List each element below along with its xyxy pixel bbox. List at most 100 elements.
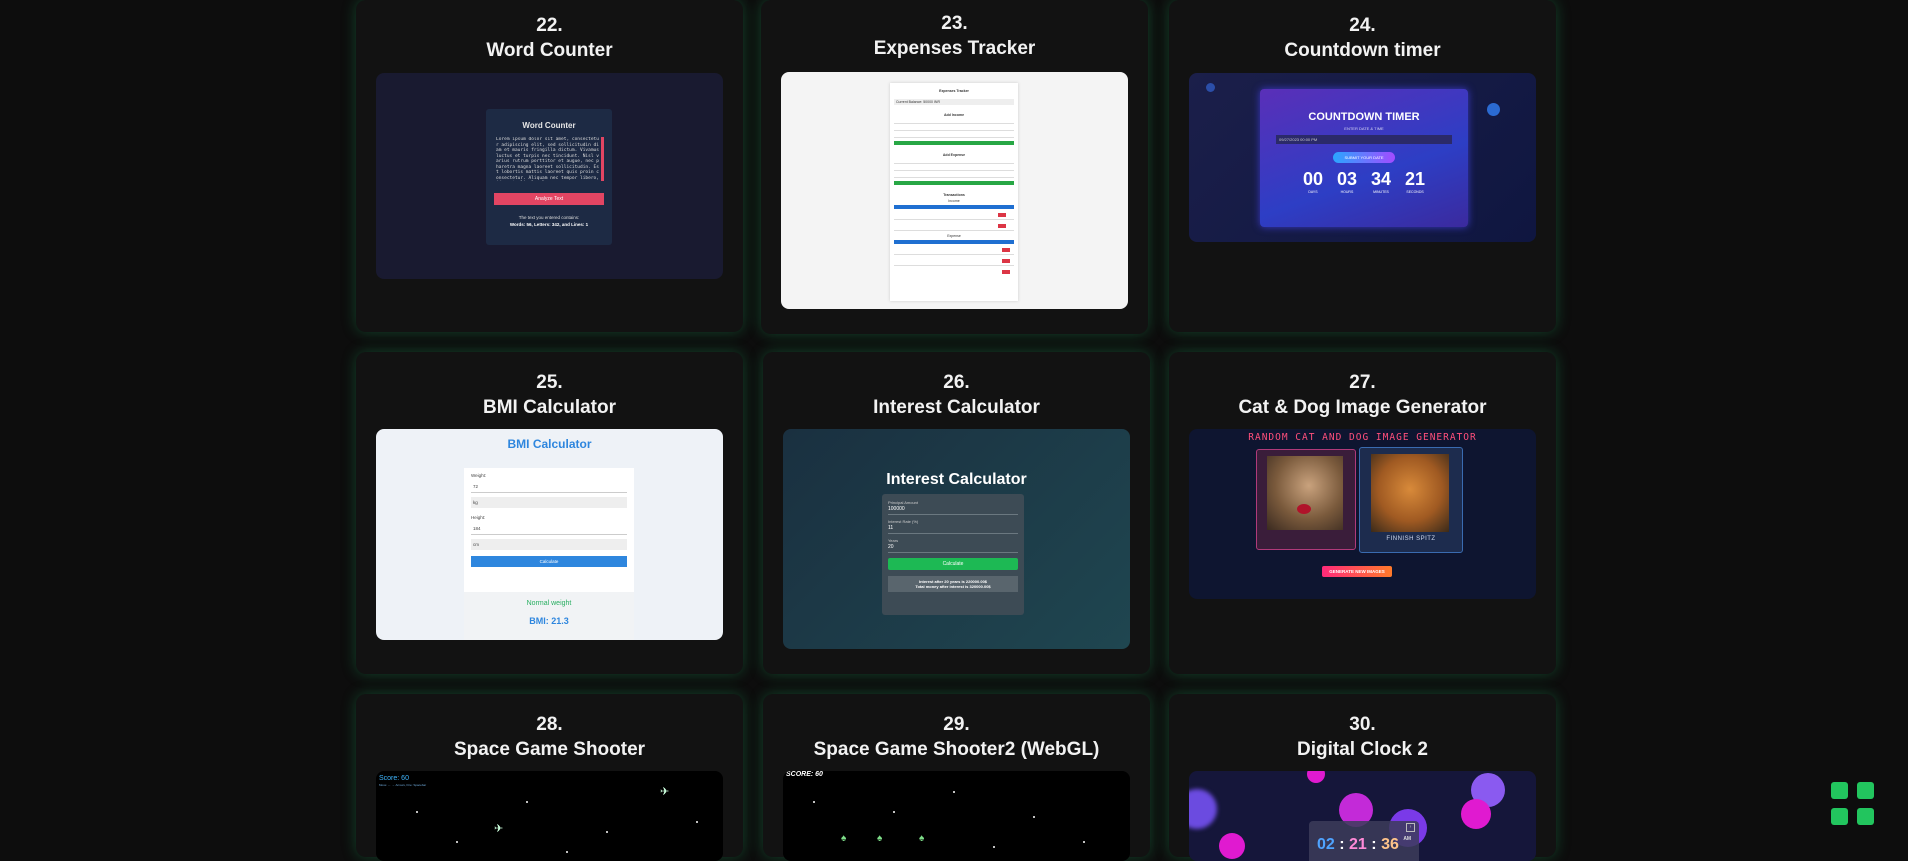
- preview-breed-label: FINNISH SPITZ: [1386, 536, 1436, 542]
- project-card-27[interactable]: 27. Cat & Dog Image Generator RANDOM CAT…: [1169, 352, 1556, 674]
- countdown-hours: 03: [1336, 169, 1357, 189]
- preview-weight-unit: kg: [471, 497, 627, 508]
- project-number: 29.: [943, 714, 970, 735]
- preview-height-input: 184: [471, 523, 627, 535]
- countdown-hours-label: HOURS: [1340, 190, 1354, 194]
- preview-textarea: Lorem ipsum dolor sit amet, consectetur …: [496, 137, 604, 181]
- clock-separator: :: [1371, 836, 1377, 853]
- countdown-days: 00: [1302, 169, 1323, 189]
- cat-photo: [1267, 456, 1343, 530]
- countdown-days-label: DAYS: [1308, 190, 1318, 194]
- preview-hint: Move: ← → Arrows, Fire: Spacebar: [379, 783, 427, 787]
- preview-heading: Expenses Tracker: [939, 89, 969, 93]
- preview-date-input: 09/27/2023 00:00 PM: [1276, 135, 1452, 144]
- project-preview-digital-clock[interactable]: › 02 : 21 : 36 AM: [1189, 771, 1536, 861]
- project-card-25[interactable]: 25. BMI Calculator BMI Calculator Weight…: [356, 352, 743, 674]
- project-title[interactable]: Cat & Dog Image Generator: [1169, 397, 1556, 419]
- preview-result-line: Words: 56, Letters: 342, and Lines: 1: [509, 222, 589, 227]
- preview-rate-label: Interest Rate (%): [888, 519, 919, 524]
- project-number: 30.: [1349, 714, 1376, 735]
- preview-calculate-button: Calculate: [888, 558, 1018, 570]
- countdown-seconds: 21: [1405, 169, 1426, 189]
- preview-heading: Interest Calculator: [886, 471, 1027, 488]
- project-preview-word-counter[interactable]: Word Counter Lorem ipsum dolor sit amet,…: [376, 73, 723, 279]
- project-number: 27.: [1349, 372, 1376, 393]
- project-number: 28.: [536, 714, 563, 735]
- project-number: 26.: [943, 372, 970, 393]
- clock-separator: :: [1339, 836, 1345, 853]
- countdown-seconds-label: SECONDS: [1406, 190, 1424, 194]
- preview-score: SCORE: 60: [786, 771, 823, 778]
- countdown-minutes: 34: [1371, 169, 1392, 189]
- preview-calculate-button: Calculate: [471, 556, 627, 567]
- preview-subheading: ENTER DATE & TIME: [1344, 126, 1384, 131]
- project-title[interactable]: Word Counter: [356, 40, 743, 62]
- project-title[interactable]: Space Game Shooter2 (WebGL): [763, 739, 1150, 761]
- preview-years-label: Years: [888, 538, 899, 543]
- preview-heading: COUNTDOWN TIMER: [1308, 111, 1420, 123]
- clock-hours: 02: [1317, 836, 1335, 853]
- project-number: 22.: [536, 15, 563, 36]
- project-card-28[interactable]: 28. Space Game Shooter Score: 60 Move: ←…: [356, 694, 743, 861]
- project-title[interactable]: Interest Calculator: [763, 397, 1150, 419]
- clock-ampm: AM: [1403, 836, 1412, 842]
- preview-rate-input: 11: [888, 525, 1018, 534]
- enemy-ship-icon: ✈: [660, 786, 670, 798]
- project-title[interactable]: BMI Calculator: [356, 397, 743, 419]
- project-preview-space-shooter[interactable]: Score: 60 Move: ← → Arrows, Fire: Spaceb…: [376, 771, 723, 861]
- project-card-30[interactable]: 30. Digital Clock 2 › 02 : 21 : 36 AM: [1169, 694, 1556, 861]
- project-card-24[interactable]: 24. Countdown timer COUNTDOWN TIMER ENTE…: [1169, 0, 1556, 332]
- preview-balance: Current Balance: 50000 INR: [894, 99, 1014, 105]
- project-title[interactable]: Expenses Tracker: [761, 38, 1148, 60]
- project-card-26[interactable]: 26. Interest Calculator Interest Calcula…: [763, 352, 1150, 674]
- preview-result-line: The text you entered contains:: [518, 215, 580, 220]
- project-card-29[interactable]: 29. Space Game Shooter2 (WebGL) SCORE: 6…: [763, 694, 1150, 861]
- preview-heading: BMI Calculator: [507, 437, 592, 451]
- preview-principal-input: 100000: [888, 506, 1018, 515]
- preview-generate-button: GENERATE NEW IMAGES: [1322, 566, 1392, 577]
- grid-icon[interactable]: [1831, 782, 1876, 827]
- dog-photo: [1371, 454, 1449, 532]
- preview-analyze-button: Analyze Text: [494, 193, 604, 205]
- preview-height-unit: cm: [471, 539, 627, 550]
- preview-bmi-value: BMI: 21.3: [529, 616, 569, 626]
- project-number: 24.: [1349, 15, 1376, 36]
- clock-minutes: 21: [1349, 836, 1367, 853]
- countdown-minutes-label: MINUTES: [1373, 190, 1389, 194]
- preview-years-input: 20: [888, 544, 1018, 553]
- preview-weight-input: 72: [471, 481, 627, 493]
- preview-weight-label: Weight:: [471, 473, 487, 478]
- project-title[interactable]: Space Game Shooter: [356, 739, 743, 761]
- enemy-ship-icon: ✈: [494, 823, 504, 835]
- expand-icon: ›: [1406, 823, 1415, 832]
- preview-subsection: Income: [948, 199, 960, 203]
- project-card-22[interactable]: 22. Word Counter Word Counter Lorem ipsu…: [356, 0, 743, 332]
- project-title[interactable]: Countdown timer: [1169, 40, 1556, 62]
- project-preview-bmi-calculator[interactable]: BMI Calculator Weight: 72 kg Height: 184…: [376, 429, 723, 640]
- preview-score: Score: 60: [379, 775, 409, 782]
- preview-heading: Word Counter: [522, 121, 576, 130]
- preview-submit-button: SUBMIT YOUR DATE: [1333, 152, 1395, 163]
- preview-heading: RANDOM CAT AND DOG IMAGE GENERATOR: [1248, 432, 1477, 443]
- preview-bmi-status: Normal weight: [526, 600, 572, 607]
- preview-section: Add Income: [943, 113, 965, 117]
- project-preview-countdown-timer[interactable]: COUNTDOWN TIMER ENTER DATE & TIME 09/27/…: [1189, 73, 1536, 242]
- enemy-ship-icon: ♠: [877, 833, 883, 844]
- project-card-23[interactable]: 23. Expenses Tracker Expenses Tracker Cu…: [761, 0, 1148, 334]
- project-title[interactable]: Digital Clock 2: [1169, 739, 1556, 761]
- preview-result-line: Total money after interest is 320000.00$: [915, 584, 991, 589]
- project-preview-expenses-tracker[interactable]: Expenses Tracker Current Balance: 50000 …: [781, 72, 1128, 309]
- enemy-ship-icon: ♠: [841, 833, 847, 844]
- project-preview-space-shooter-webgl[interactable]: SCORE: 60 ♠ ♠ ♠: [783, 771, 1130, 861]
- enemy-ship-icon: ♠: [919, 833, 925, 844]
- preview-section: Transactions: [943, 193, 965, 197]
- preview-principal-label: Principal Amount: [888, 500, 919, 505]
- project-number: 23.: [941, 13, 968, 34]
- project-number: 25.: [536, 372, 563, 393]
- project-preview-cat-dog-generator[interactable]: RANDOM CAT AND DOG IMAGE GENERATOR FINNI…: [1189, 429, 1536, 599]
- preview-height-label: Height:: [471, 515, 486, 520]
- clock-seconds: 36: [1381, 836, 1399, 853]
- project-preview-interest-calculator[interactable]: Interest Calculator Principal Amount 100…: [783, 429, 1130, 649]
- preview-section: Add Expense: [942, 153, 966, 157]
- preview-subsection: Expense: [947, 234, 961, 238]
